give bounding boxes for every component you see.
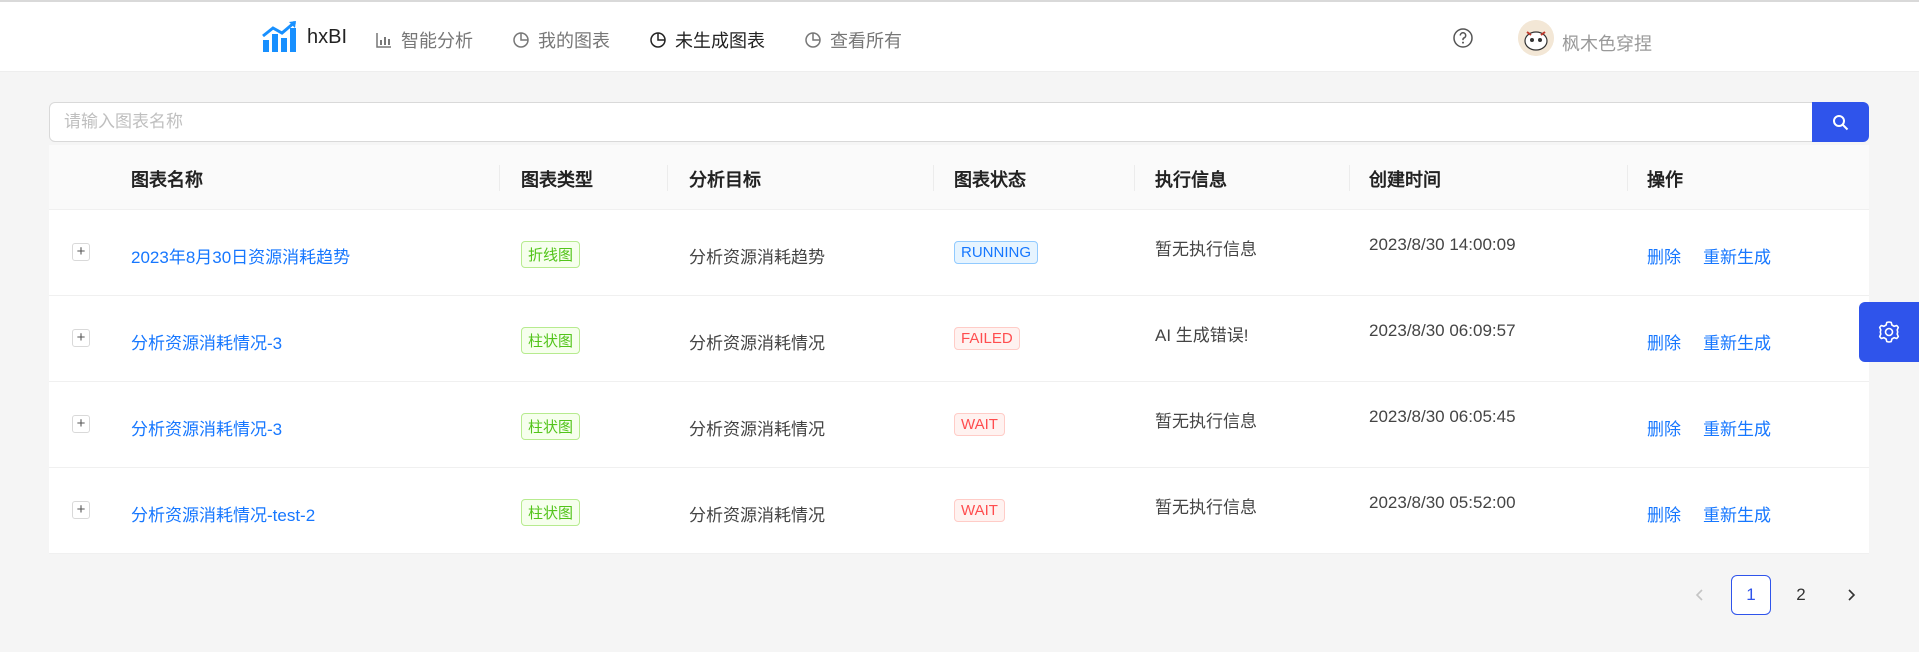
column-divider xyxy=(1627,165,1628,191)
nav-item-ungenerated-charts[interactable]: 未生成图表 xyxy=(649,27,765,53)
chart-name-link[interactable]: 分析资源消耗情况-3 xyxy=(131,415,282,440)
column-header-type: 图表类型 xyxy=(521,170,593,190)
column-header-status: 图表状态 xyxy=(954,170,1026,190)
charts-table: 图表名称 图表类型 分析目标 图表状态 执行信息 创建时间 操作 + 2023年… xyxy=(49,145,1869,554)
expand-row-button[interactable]: + xyxy=(72,243,90,261)
table-header: 图表名称 图表类型 分析目标 图表状态 执行信息 创建时间 操作 xyxy=(49,145,1869,210)
prev-page-button[interactable] xyxy=(1680,575,1720,615)
delete-button[interactable]: 删除 xyxy=(1647,501,1681,526)
analysis-goal: 分析资源消耗情况 xyxy=(689,420,825,439)
status-badge: RUNNING xyxy=(954,241,1038,264)
chart-name-link[interactable]: 分析资源消耗情况-3 xyxy=(131,329,282,354)
column-divider xyxy=(499,165,500,191)
nav-label: 未生成图表 xyxy=(675,31,765,51)
created-time: 2023/8/30 06:05:45 xyxy=(1369,407,1516,426)
delete-button[interactable]: 删除 xyxy=(1647,329,1681,354)
chart-name-link[interactable]: 分析资源消耗情况-test-2 xyxy=(131,501,315,526)
chart-type-tag: 柱状图 xyxy=(521,327,581,354)
table-row: + 分析资源消耗情况-test-2 柱状图 分析资源消耗情况 WAIT 暂无执行… xyxy=(49,468,1869,554)
delete-button[interactable]: 删除 xyxy=(1647,415,1681,440)
status-badge: WAIT xyxy=(954,413,1005,436)
analysis-goal: 分析资源消耗情况 xyxy=(689,506,825,525)
search-icon xyxy=(1833,114,1849,130)
page-button-1[interactable]: 1 xyxy=(1731,575,1771,615)
regenerate-button[interactable]: 重新生成 xyxy=(1703,415,1771,440)
nav-item-my-charts[interactable]: 我的图表 xyxy=(512,27,610,53)
table-row: + 2023年8月30日资源消耗趋势 折线图 分析资源消耗趋势 RUNNING … xyxy=(49,210,1869,296)
brand-name[interactable]: hxBI xyxy=(307,26,347,49)
column-header-name: 图表名称 xyxy=(131,170,203,190)
status-badge: FAILED xyxy=(954,327,1020,350)
regenerate-button[interactable]: 重新生成 xyxy=(1703,329,1771,354)
pie-chart-icon xyxy=(805,32,821,48)
chart-name-link[interactable]: 2023年8月30日资源消耗趋势 xyxy=(131,243,350,268)
expand-row-button[interactable]: + xyxy=(72,415,90,433)
column-divider xyxy=(1134,165,1135,191)
next-page-button[interactable] xyxy=(1831,575,1871,615)
column-header-actions: 操作 xyxy=(1647,170,1683,190)
column-header-goal: 分析目标 xyxy=(689,170,761,190)
chevron-left-icon xyxy=(1695,589,1703,601)
analysis-goal: 分析资源消耗情况 xyxy=(689,334,825,353)
regenerate-button[interactable]: 重新生成 xyxy=(1703,501,1771,526)
column-header-time: 创建时间 xyxy=(1369,170,1441,190)
search-input[interactable] xyxy=(49,102,1813,142)
nav-item-smart-analysis[interactable]: 智能分析 xyxy=(375,27,473,53)
created-time: 2023/8/30 06:09:57 xyxy=(1369,321,1516,340)
bar-chart-icon xyxy=(376,33,391,48)
chart-type-tag: 柱状图 xyxy=(521,413,581,440)
regenerate-button[interactable]: 重新生成 xyxy=(1703,243,1771,268)
chart-type-tag: 折线图 xyxy=(521,241,581,268)
search-button[interactable] xyxy=(1812,102,1869,142)
exec-message: 暂无执行信息 xyxy=(1155,240,1257,259)
exec-message: 暂无执行信息 xyxy=(1155,412,1257,431)
avatar-image xyxy=(1518,20,1554,56)
created-time: 2023/8/30 14:00:09 xyxy=(1369,235,1516,254)
analysis-goal: 分析资源消耗趋势 xyxy=(689,248,825,267)
username[interactable]: 枫木色穿捏 xyxy=(1562,30,1652,56)
help-icon[interactable] xyxy=(1452,27,1474,49)
pie-chart-icon xyxy=(650,32,666,48)
created-time: 2023/8/30 05:52:00 xyxy=(1369,493,1516,512)
table-row: + 分析资源消耗情况-3 柱状图 分析资源消耗情况 WAIT 暂无执行信息 20… xyxy=(49,382,1869,468)
chevron-right-icon xyxy=(1848,589,1856,601)
nav-label: 查看所有 xyxy=(830,31,902,51)
column-divider xyxy=(933,165,934,191)
delete-button[interactable]: 删除 xyxy=(1647,243,1681,268)
top-nav-bar: hxBI 智能分析 我的图表 未生成图表 查看所有 枫木色穿捏 xyxy=(0,2,1919,72)
exec-message: AI 生成错误! xyxy=(1155,326,1249,345)
table-row: + 分析资源消耗情况-3 柱状图 分析资源消耗情况 FAILED AI 生成错误… xyxy=(49,296,1869,382)
nav-label: 智能分析 xyxy=(401,31,473,51)
column-divider xyxy=(1349,165,1350,191)
column-header-exec: 执行信息 xyxy=(1155,170,1227,190)
expand-row-button[interactable]: + xyxy=(72,501,90,519)
page-button-2[interactable]: 2 xyxy=(1781,575,1821,615)
avatar[interactable] xyxy=(1518,20,1554,56)
expand-row-button[interactable]: + xyxy=(72,329,90,347)
chart-type-tag: 柱状图 xyxy=(521,499,581,526)
status-badge: WAIT xyxy=(954,499,1005,522)
nav-label: 我的图表 xyxy=(538,31,610,51)
logo-icon xyxy=(262,20,296,52)
settings-drawer-button[interactable] xyxy=(1859,302,1919,362)
nav-item-view-all[interactable]: 查看所有 xyxy=(804,27,902,53)
column-divider xyxy=(667,165,668,191)
gear-icon xyxy=(1878,321,1900,343)
pie-chart-icon xyxy=(513,32,529,48)
exec-message: 暂无执行信息 xyxy=(1155,498,1257,517)
